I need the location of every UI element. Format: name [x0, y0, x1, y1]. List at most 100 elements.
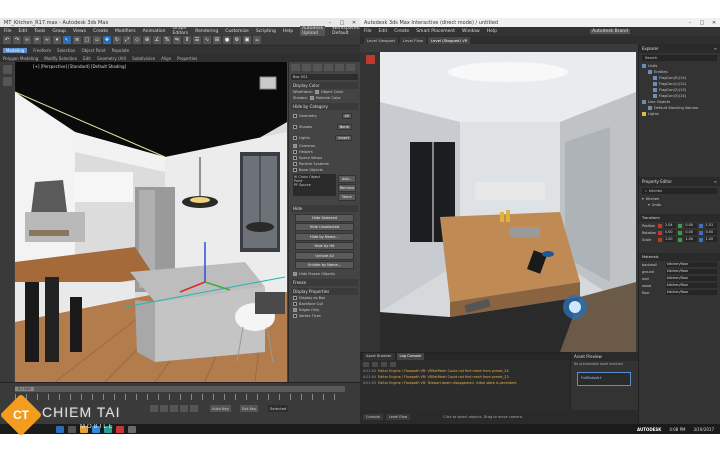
menu-group[interactable]: Group — [52, 29, 66, 34]
menu-tools[interactable]: Tools — [34, 29, 45, 34]
close-icon[interactable]: ✕ — [348, 20, 360, 26]
vr-viewport[interactable] — [380, 52, 636, 352]
time-slider[interactable]: 0 / 100 — [15, 386, 345, 392]
hierarchy-tab-icon[interactable] — [313, 64, 322, 71]
frame-counter[interactable]: 0 / 100 — [15, 387, 34, 391]
viewport-label[interactable]: [+] [Perspective] [Standard] [Default Sh… — [33, 64, 126, 69]
schematic-icon[interactable]: ⊞ — [213, 36, 221, 44]
position-z[interactable]: 1.01 — [704, 223, 717, 228]
checkbox[interactable] — [293, 144, 297, 148]
ribbon-panel-align[interactable]: Align — [161, 56, 171, 61]
tab-level-flow[interactable]: Level Flow — [400, 37, 426, 44]
material-value[interactable]: kitchen/floor — [666, 283, 717, 288]
list-item[interactable]: PF Source — [294, 183, 335, 187]
maximize-icon[interactable]: □ — [696, 20, 708, 26]
tab-level-flow-bottom[interactable]: Level Flow — [385, 414, 411, 420]
undo-icon[interactable]: ↶ — [3, 36, 11, 44]
menu-edit[interactable]: Edit — [19, 29, 28, 34]
menu-file[interactable]: File — [364, 29, 372, 34]
checkbox[interactable] — [293, 156, 297, 160]
maximize-icon[interactable]: □ — [336, 20, 348, 26]
hide-unselected-button[interactable]: Hide Unselected — [295, 223, 354, 231]
scale-x[interactable]: 1.00 — [664, 237, 677, 242]
scale-y[interactable]: 1.00 — [684, 237, 697, 242]
menu-scripting[interactable]: Scripting — [256, 29, 276, 34]
material-value[interactable]: kitchen/floor — [666, 276, 717, 281]
hide-frozen-row[interactable]: Hide Frozen Objects — [291, 271, 358, 277]
motion-tab-icon[interactable] — [324, 64, 333, 71]
menu-create[interactable]: Create — [394, 29, 409, 34]
add-button[interactable]: Add... — [338, 175, 356, 183]
log-entry[interactable]: 4:01:05 Editor Engine / Flowpath VR: Tele… — [360, 380, 565, 386]
rotation-y[interactable]: 0.00 — [684, 230, 697, 235]
material-value[interactable]: kitchen/floor — [666, 269, 717, 274]
snap-icon[interactable]: ∠ — [153, 36, 161, 44]
create-tab-icon[interactable] — [291, 64, 300, 71]
clock-time[interactable]: 4:08 PM — [669, 427, 685, 432]
workspace-dropdown[interactable]: Workspaces: Default — [332, 26, 363, 36]
tab-console[interactable]: Console — [363, 414, 383, 420]
object-name-field[interactable]: Box 001 — [291, 74, 358, 80]
key-filter-dropdown[interactable]: Selected — [268, 405, 289, 412]
rollout-hide-by-category[interactable]: Hide by Category — [291, 103, 358, 110]
ribbon-tab-selection[interactable]: Selection — [57, 48, 75, 53]
next-frame-icon[interactable] — [180, 405, 188, 412]
select-by-name-icon[interactable]: ≡ — [73, 36, 81, 44]
menu-views[interactable]: Views — [73, 29, 86, 34]
menu-smart-placement[interactable]: Smart Placement — [416, 29, 455, 34]
checkbox[interactable] — [293, 168, 297, 172]
rollout-display-color[interactable]: Display Color — [291, 82, 358, 89]
ribbon-tab-object-paint[interactable]: Object Paint — [81, 48, 105, 53]
layout-tab-icon[interactable] — [2, 77, 12, 86]
checkbox[interactable] — [293, 113, 297, 118]
menu-customize[interactable]: Customize — [225, 29, 249, 34]
menu-animation[interactable]: Animation — [143, 29, 166, 34]
go-to-end-icon[interactable] — [190, 405, 198, 412]
user-button[interactable]: Autodesk Upload — [300, 26, 326, 36]
material-value[interactable]: kitchen/floor — [666, 262, 717, 267]
none-button[interactable]: None — [336, 123, 352, 130]
select-filter-icon[interactable]: ▾ — [53, 36, 61, 44]
hide-by-hit-button[interactable]: Hide by Hit — [295, 242, 354, 250]
auto-key-button[interactable]: Auto Key — [210, 405, 231, 412]
tab-asset-browser[interactable]: Asset Browser — [363, 353, 395, 360]
curve-editor-icon[interactable]: ∿ — [203, 36, 211, 44]
position-y[interactable]: 0.00 — [684, 223, 697, 228]
menu-create[interactable]: Create — [93, 29, 108, 34]
property-section[interactable]: ▾ Units — [639, 202, 720, 208]
user-button[interactable]: Autodesk Brand — [590, 29, 630, 34]
go-to-start-icon[interactable] — [150, 405, 158, 412]
explorer-search[interactable]: Search — [642, 55, 717, 61]
unhide-by-name-button[interactable]: Unhide by Name... — [295, 261, 354, 269]
category-geometry[interactable]: Geometry All — [291, 110, 358, 121]
record-icon[interactable] — [365, 55, 375, 64]
render-setup-icon[interactable]: ⚙ — [233, 36, 241, 44]
align-icon[interactable]: ⫴ — [183, 36, 191, 44]
hide-by-name-button[interactable]: Hide by Name... — [295, 232, 354, 241]
link-icon[interactable]: ∞ — [23, 36, 31, 44]
rect-select-icon[interactable]: □ — [83, 36, 91, 44]
set-key-button[interactable]: Set Key — [240, 405, 259, 412]
asset-thumbnail[interactable]: FullBakeArt — [577, 372, 631, 386]
close-icon[interactable]: ✕ — [708, 20, 720, 26]
rotation-z[interactable]: 0.00 — [704, 230, 717, 235]
prev-frame-icon[interactable] — [160, 405, 168, 412]
invert-button[interactable]: Invert — [335, 134, 352, 141]
checkbox[interactable] — [293, 162, 297, 166]
modify-tab-icon[interactable] — [302, 64, 311, 71]
tab-log-console[interactable]: Log Console — [396, 353, 425, 360]
mirror-icon[interactable]: ⇋ — [173, 36, 181, 44]
checkbox[interactable] — [293, 271, 297, 276]
materials-header[interactable]: Materials — [639, 253, 720, 261]
menu-window[interactable]: Window — [462, 29, 480, 34]
clear-icon[interactable] — [363, 361, 369, 367]
rollout-freeze[interactable]: Freeze — [291, 278, 358, 286]
checkbox[interactable] — [293, 307, 297, 312]
tab-level-viewport[interactable]: Level Viewport — [364, 37, 399, 44]
clock-date[interactable]: 3/19/2017 — [693, 427, 714, 432]
play-icon[interactable] — [170, 405, 178, 412]
error-filter-icon[interactable] — [390, 361, 396, 367]
bind-icon[interactable]: ≈ — [43, 36, 51, 44]
all-button[interactable]: All — [341, 112, 352, 119]
tab-level-vr[interactable]: Level (Stopped) VR — [427, 37, 471, 44]
